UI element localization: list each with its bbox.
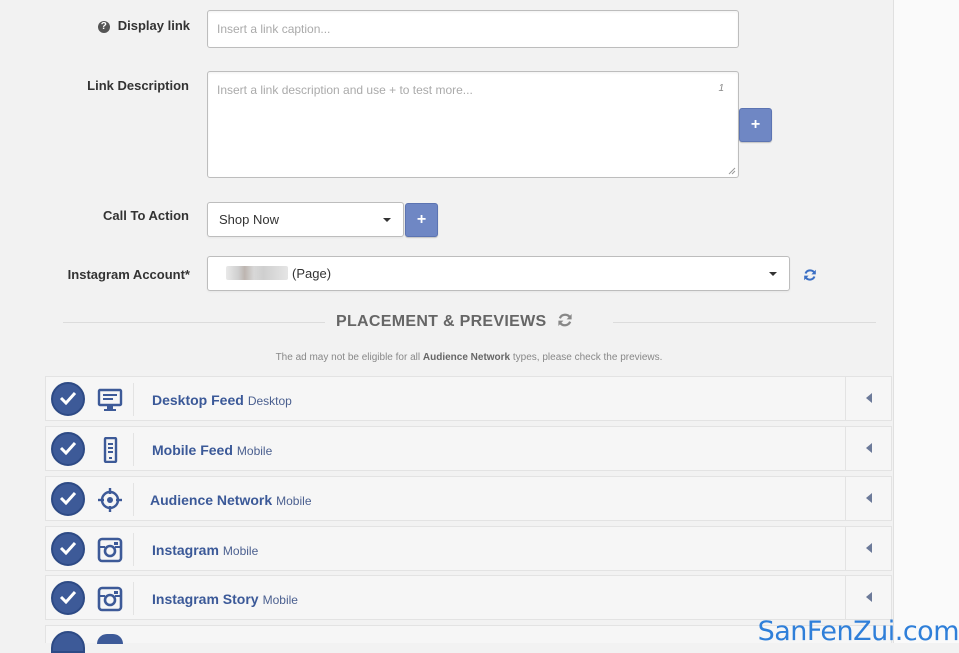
check-circle-icon[interactable] [51, 432, 85, 466]
refresh-icon[interactable] [803, 268, 817, 282]
check-circle-icon[interactable] [51, 631, 85, 653]
placement-row-desktop-feed[interactable]: Desktop Feed Desktop [45, 376, 892, 421]
display-link-label: ? Display link [60, 18, 190, 33]
link-description-placeholder: Insert a link description and use + to t… [217, 83, 473, 97]
placement-refresh-icon[interactable] [557, 312, 573, 328]
right-panel [893, 0, 959, 643]
instagram-account-label: Instagram Account* [67, 267, 190, 282]
character-counter: 1 [718, 83, 724, 94]
cta-select[interactable]: Shop Now [207, 202, 404, 237]
check-circle-icon[interactable] [51, 382, 85, 416]
caret-down-icon [383, 217, 391, 222]
check-circle-icon[interactable] [51, 581, 85, 615]
placement-note: The ad may not be eligible for all Audie… [275, 352, 663, 363]
placement-row-mobile-feed[interactable]: Mobile Feed Mobile [45, 426, 892, 471]
link-description-label: Link Description [87, 78, 189, 93]
divider-left [63, 322, 325, 323]
resize-handle-icon[interactable] [728, 167, 736, 175]
caret-left-icon [866, 393, 872, 403]
caret-left-icon [866, 443, 872, 453]
check-circle-icon[interactable] [51, 482, 85, 516]
mobile-phone-icon [97, 437, 123, 463]
display-link-input[interactable]: Insert a link caption... [207, 10, 739, 48]
placement-title: PLACEMENT & PREVIEWS [336, 312, 573, 331]
instagram-icon [97, 537, 123, 563]
help-icon[interactable]: ? [97, 21, 110, 33]
placement-name: Desktop Feed Desktop [152, 392, 292, 408]
expand-toggle[interactable] [845, 527, 891, 570]
expand-toggle[interactable] [845, 427, 891, 470]
instagram-account-select[interactable]: (Page) [207, 256, 790, 291]
target-icon [97, 487, 123, 513]
placement-row-instagram-story[interactable]: Instagram Story Mobile [45, 575, 892, 620]
caret-down-icon [769, 271, 777, 276]
monitor-icon [97, 387, 123, 413]
check-circle-icon[interactable] [51, 532, 85, 566]
placement-name: Audience Network Mobile [150, 492, 312, 508]
placement-row-instagram[interactable]: Instagram Mobile [45, 526, 892, 571]
redacted-account-name [226, 266, 288, 280]
cta-label: Call To Action [103, 208, 189, 223]
add-cta-button[interactable]: + [405, 203, 438, 237]
cta-selected-value: Shop Now [219, 212, 279, 227]
add-description-button[interactable]: + [739, 108, 772, 142]
placement-name: Instagram Story Mobile [152, 591, 298, 607]
display-link-placeholder: Insert a link caption... [217, 22, 331, 36]
placement-name: Mobile Feed Mobile [152, 442, 273, 458]
divider-right [613, 322, 876, 323]
placement-row-audience-network[interactable]: Audience Network Mobile [45, 476, 892, 521]
expand-toggle[interactable] [845, 377, 891, 420]
expand-toggle[interactable] [845, 576, 891, 619]
instagram-icon [97, 586, 123, 612]
link-description-textarea[interactable]: Insert a link description and use + to t… [207, 71, 739, 178]
watermark: SanFenZui.com [757, 616, 959, 647]
caret-left-icon [866, 543, 872, 553]
caret-left-icon [866, 592, 872, 602]
placement-name: Instagram Mobile [152, 542, 259, 558]
expand-toggle[interactable] [845, 477, 891, 520]
caret-left-icon [866, 493, 872, 503]
instagram-account-value: (Page) [292, 266, 332, 281]
